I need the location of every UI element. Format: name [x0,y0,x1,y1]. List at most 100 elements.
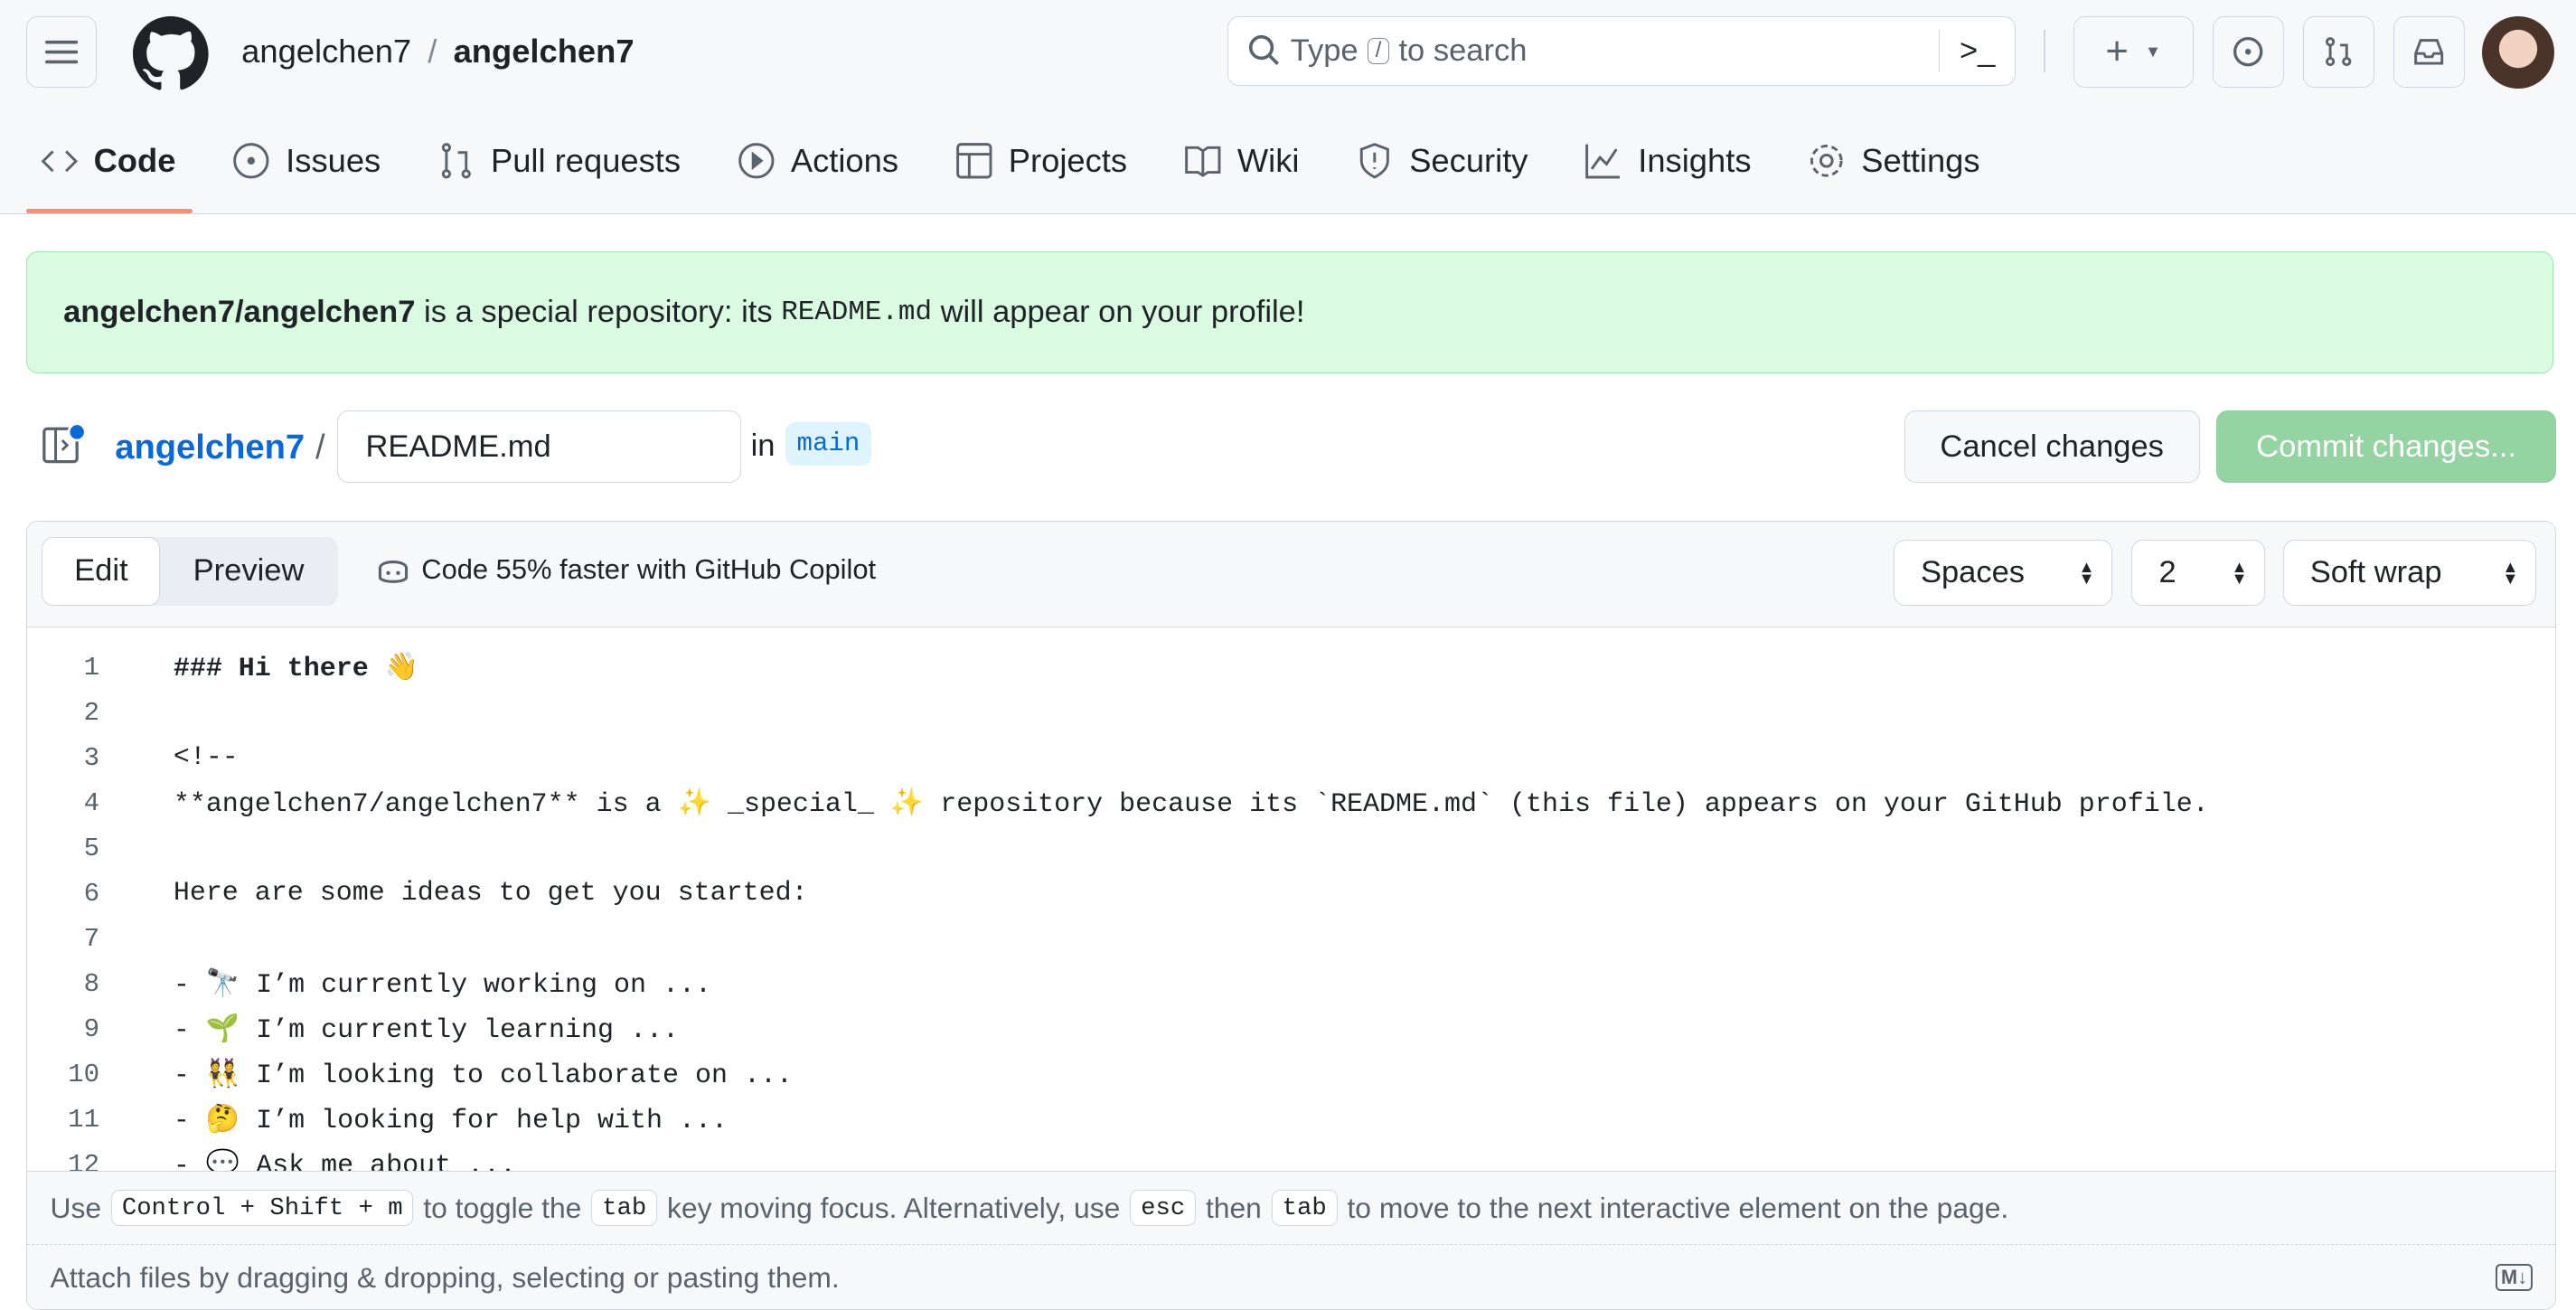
code-line[interactable]: 5 [27,825,2555,871]
wrap-mode-select[interactable]: Soft wrap ▲ ▼ [2282,540,2536,606]
markdown-icon: M↓ [2496,1264,2533,1292]
inbox-button[interactable] [2393,16,2465,88]
kbd-esc: esc [1130,1189,1197,1227]
line-text[interactable]: - 👯 I’m looking to collaborate on ... [174,1058,793,1091]
breadcrumb-separator: / [428,33,437,71]
tab-settings[interactable]: Settings [1807,118,1980,204]
tab-issues[interactable]: Issues [231,118,381,204]
indent-size-select[interactable]: 2 ▲ ▼ [2131,540,2265,606]
tab-pull-requests[interactable]: Pull requests [437,118,681,204]
repo-header: angelchen7 / angelchen7 Type / to search… [0,0,2576,215]
search-placeholder-suffix: to search [1398,33,1528,68]
search-input[interactable]: Type / to search >_ [1227,16,2017,86]
menu-button[interactable] [26,16,98,88]
code-line[interactable]: 2 [27,690,2555,735]
tab-security[interactable]: Security [1355,118,1528,204]
caret-down-icon: ▼ [2145,42,2162,61]
cancel-changes-button[interactable]: Cancel changes [1904,410,2200,484]
tab-insights[interactable]: Insights [1584,118,1752,204]
line-number: 10 [68,1059,100,1089]
code-icon [41,150,78,173]
line-text[interactable]: - 🤔 I’m looking for help with ... [174,1103,728,1136]
line-number: 7 [83,923,100,954]
issue-icon [233,143,269,179]
select-value: Spaces [1920,555,2026,589]
line-number: 3 [83,742,100,773]
line-text[interactable]: Here are some ideas to get you started: [174,878,808,909]
issue-icon [2233,37,2263,67]
line-text[interactable]: **angelchen7/angelchen7** is a ✨ _specia… [174,787,2209,820]
select-arrows-icon: ▲ ▼ [2502,557,2519,588]
path-separator: / [315,427,325,467]
file-editor: Edit Preview Code 55% faster with GitHub… [26,521,2557,1310]
command-palette-icon[interactable]: >_ [1939,29,2015,72]
search-icon [1248,35,1279,66]
file-tree-toggle-icon[interactable] [42,422,89,468]
issues-button[interactable] [2213,16,2284,88]
tab-wiki[interactable]: Wiki [1183,118,1300,204]
hint-text: then [1205,1191,1262,1224]
attach-files-text: Attach files by dragging & dropping, sel… [50,1260,840,1294]
tab-edit[interactable]: Edit [42,536,161,606]
tab-label: Insights [1638,142,1752,180]
code-line[interactable]: 7 [27,916,2555,961]
line-text[interactable]: <!-- [174,742,239,773]
line-number: 9 [83,1013,100,1044]
copilot-text: Code 55% faster with GitHub Copilot [421,552,877,585]
commit-changes-button[interactable]: Commit changes... [2215,410,2557,484]
code-line[interactable]: 4 **angelchen7/angelchen7** is a ✨ _speci… [27,780,2555,825]
code-line[interactable]: 1 ### Hi there 👋 [27,645,2555,690]
keyboard-hint: Use Control + Shift + m to toggle the tab ke… [27,1171,2556,1246]
branch-name[interactable]: main [785,422,872,466]
tab-label: Code [93,142,176,180]
tab-projects[interactable]: Projects [954,118,1127,204]
banner-filename: README.md [781,296,932,328]
filename-input[interactable] [336,410,741,484]
line-number: 11 [68,1104,100,1135]
kbd-tab: tab [591,1189,658,1227]
gear-icon [1810,145,1843,177]
copilot-promo[interactable]: Code 55% faster with GitHub Copilot [375,553,876,586]
code-line[interactable]: 6 Here are some ideas to get you started: [27,871,2555,916]
create-new-button[interactable]: + ▼ [2073,16,2194,88]
code-line[interactable]: 10 - 👯 I’m looking to collaborate on ... [27,1051,2555,1097]
select-arrows-icon: ▲ ▼ [2231,557,2248,588]
banner-repo-name: angelchen7/angelchen7 [63,294,416,329]
attach-files-area[interactable]: Attach files by dragging & dropping, sel… [27,1244,2556,1309]
code-line[interactable]: 11 - 🤔 I’m looking for help with ... [27,1097,2555,1142]
divider [2044,29,2045,72]
code-lines[interactable]: 1 ### Hi there 👋 2 3 <!-- 4 **angelchen7/angel… [27,645,2555,1187]
owner-link[interactable]: angelchen7 [241,33,411,71]
tab-actions[interactable]: Actions [737,118,898,204]
code-line[interactable]: 9 - 🌱 I’m currently learning ... [27,1006,2555,1051]
line-text[interactable]: - 🔭 I’m currently working on ... [174,967,711,1001]
tab-preview[interactable]: Preview [193,553,305,589]
pull-request-icon [2326,37,2352,67]
line-text[interactable]: ### Hi there 👋 [174,651,418,684]
tab-code[interactable]: Code [26,118,193,214]
github-logo-icon[interactable] [133,16,209,92]
select-value: Soft wrap [2309,555,2442,589]
editor-toolbar: Edit Preview Code 55% faster with GitHub… [27,522,2556,628]
tab-label: Settings [1861,142,1980,180]
banner-text: will appear on your profile! [931,294,1305,329]
kbd-tab: tab [1271,1189,1338,1227]
in-label: in [750,429,776,464]
code-line[interactable]: 8 - 🔭 I’m currently working on ... [27,961,2555,1006]
hamburger-icon [45,40,79,64]
code-line[interactable]: 3 <!-- [27,735,2555,780]
avatar[interactable] [2482,16,2555,90]
tab-label: Wiki [1236,142,1300,180]
kbd-shortcut: Control + Shift + m [110,1189,414,1227]
repo-link[interactable]: angelchen7 [454,33,635,71]
line-number: 8 [83,968,100,999]
select-arrows-icon: ▲ ▼ [2078,557,2095,588]
line-text[interactable]: - 🌱 I’m currently learning ... [174,1013,679,1046]
search-shortcut-key: / [1368,37,1389,64]
pull-requests-button[interactable] [2303,16,2374,88]
hint-text: key moving focus. Alternatively, use [666,1191,1121,1224]
indent-mode-select[interactable]: Spaces ▲ ▼ [1893,540,2112,606]
line-number: 6 [83,878,100,909]
tab-label: Actions [790,142,899,180]
repo-link[interactable]: angelchen7 [115,428,305,467]
